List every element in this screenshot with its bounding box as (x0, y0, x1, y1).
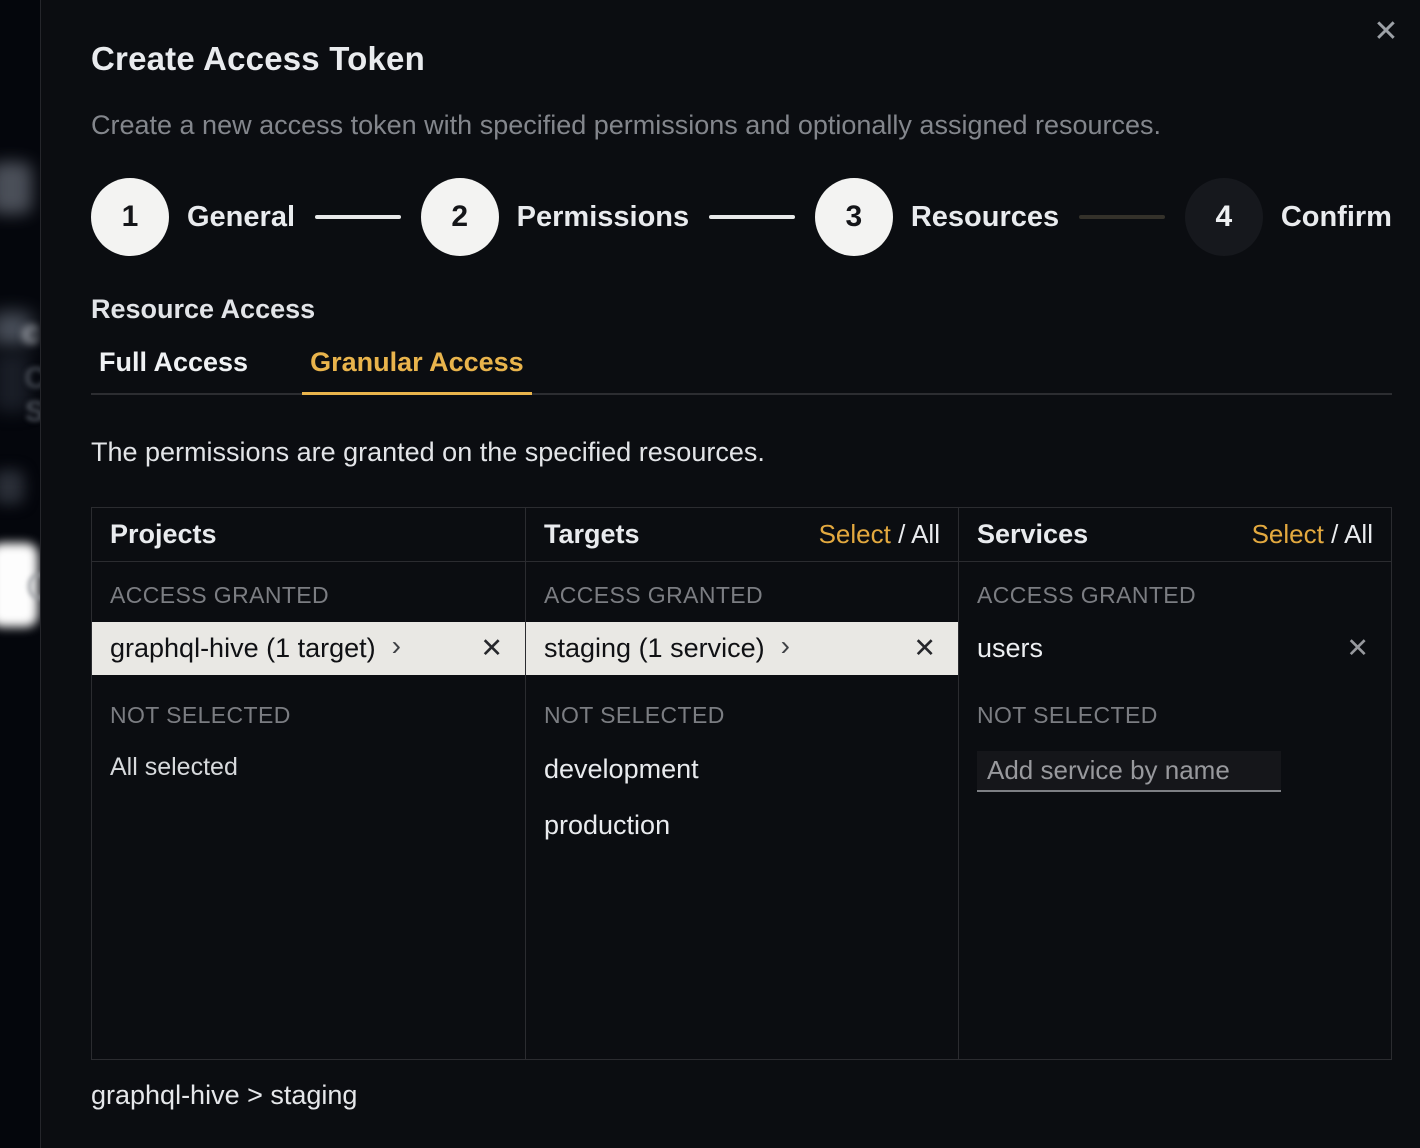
granted-project-row[interactable]: graphql-hive (1 target) › ✕ (92, 622, 525, 675)
step-label: General (187, 201, 295, 234)
access-granted-label: ACCESS GRANTED (526, 582, 958, 609)
background-page: c C S C (0, 0, 41, 1148)
select-all-separator: / (1324, 519, 1344, 549)
not-selected-label: NOT SELECTED (959, 702, 1391, 729)
blurred-text-fragment: S (25, 396, 41, 429)
granted-target-label: staging (1 service) (544, 633, 765, 664)
column-title: Targets (544, 519, 640, 550)
column-title: Services (977, 519, 1088, 550)
access-mode-tabs: Full Access Granular Access (91, 347, 1392, 395)
not-selected-label: NOT SELECTED (526, 702, 958, 729)
step-label: Permissions (517, 201, 689, 234)
granted-target-row[interactable]: staging (1 service) › ✕ (526, 622, 958, 675)
step-connector (1079, 215, 1165, 219)
target-option-development[interactable]: development (526, 754, 958, 785)
remove-project-button[interactable]: ✕ (474, 631, 509, 666)
resource-picker-table: Projects ACCESS GRANTED graphql-hive (1 … (91, 507, 1392, 1060)
step-permissions[interactable]: 2 Permissions (421, 178, 689, 256)
step-number: 4 (1185, 178, 1263, 256)
breadcrumb: graphql-hive > staging (91, 1080, 1392, 1111)
resource-access-heading: Resource Access (91, 294, 1392, 325)
chevron-right-icon: › (781, 632, 790, 660)
targets-select-all: Select / All (819, 519, 940, 550)
granted-service-row: users ✕ (959, 622, 1391, 675)
add-service-input[interactable] (977, 751, 1281, 792)
step-number: 2 (421, 178, 499, 256)
granted-project-label: graphql-hive (1 target) (110, 633, 376, 664)
step-general[interactable]: 1 General (91, 178, 295, 256)
blurred-sidebar-item (0, 162, 32, 214)
access-granted-label: ACCESS GRANTED (92, 582, 525, 609)
step-label: Resources (911, 201, 1059, 234)
all-link[interactable]: All (911, 519, 940, 549)
step-number: 3 (815, 178, 893, 256)
blurred-text-fragment: C (26, 566, 41, 608)
targets-column: Targets Select / All ACCESS GRANTED stag… (525, 508, 958, 1059)
step-connector (709, 215, 795, 219)
blurred-text-fragment: c (22, 314, 40, 351)
close-icon[interactable]: ✕ (1366, 12, 1406, 52)
chevron-right-icon: › (392, 632, 401, 660)
granular-access-description: The permissions are granted on the speci… (91, 437, 1392, 468)
granted-service-label: users (977, 633, 1043, 664)
services-select-all: Select / All (1252, 519, 1373, 550)
select-all-separator: / (891, 519, 911, 549)
select-link[interactable]: Select (1252, 519, 1324, 549)
remove-target-button[interactable]: ✕ (907, 631, 942, 666)
tab-granular-access[interactable]: Granular Access (302, 347, 532, 395)
projects-column: Projects ACCESS GRANTED graphql-hive (1 … (92, 508, 525, 1059)
services-column: Services Select / All ACCESS GRANTED use… (958, 508, 1391, 1059)
modal-subtitle: Create a new access token with specified… (91, 108, 1392, 142)
blurred-sidebar-item (0, 470, 24, 504)
all-link[interactable]: All (1344, 519, 1373, 549)
column-title: Projects (110, 519, 217, 550)
services-column-header: Services Select / All (959, 508, 1391, 562)
all-selected-note: All selected (92, 753, 525, 782)
create-access-token-modal: ✕ Create Access Token Create a new acces… (40, 0, 1420, 1148)
modal-title: Create Access Token (91, 40, 1392, 78)
remove-service-button[interactable]: ✕ (1340, 631, 1375, 666)
targets-column-header: Targets Select / All (526, 508, 958, 562)
tab-full-access[interactable]: Full Access (91, 347, 256, 395)
projects-column-header: Projects (92, 508, 525, 562)
blurred-text-fragment: C (24, 360, 41, 396)
access-granted-label: ACCESS GRANTED (959, 582, 1391, 609)
wizard-stepper: 1 General 2 Permissions 3 Resources 4 Co… (91, 178, 1392, 256)
step-resources[interactable]: 3 Resources (815, 178, 1059, 256)
step-label: Confirm (1281, 201, 1392, 234)
step-number: 1 (91, 178, 169, 256)
target-option-production[interactable]: production (526, 810, 958, 841)
not-selected-label: NOT SELECTED (92, 702, 525, 729)
step-connector (315, 215, 401, 219)
select-link[interactable]: Select (819, 519, 891, 549)
step-confirm[interactable]: 4 Confirm (1185, 178, 1392, 256)
